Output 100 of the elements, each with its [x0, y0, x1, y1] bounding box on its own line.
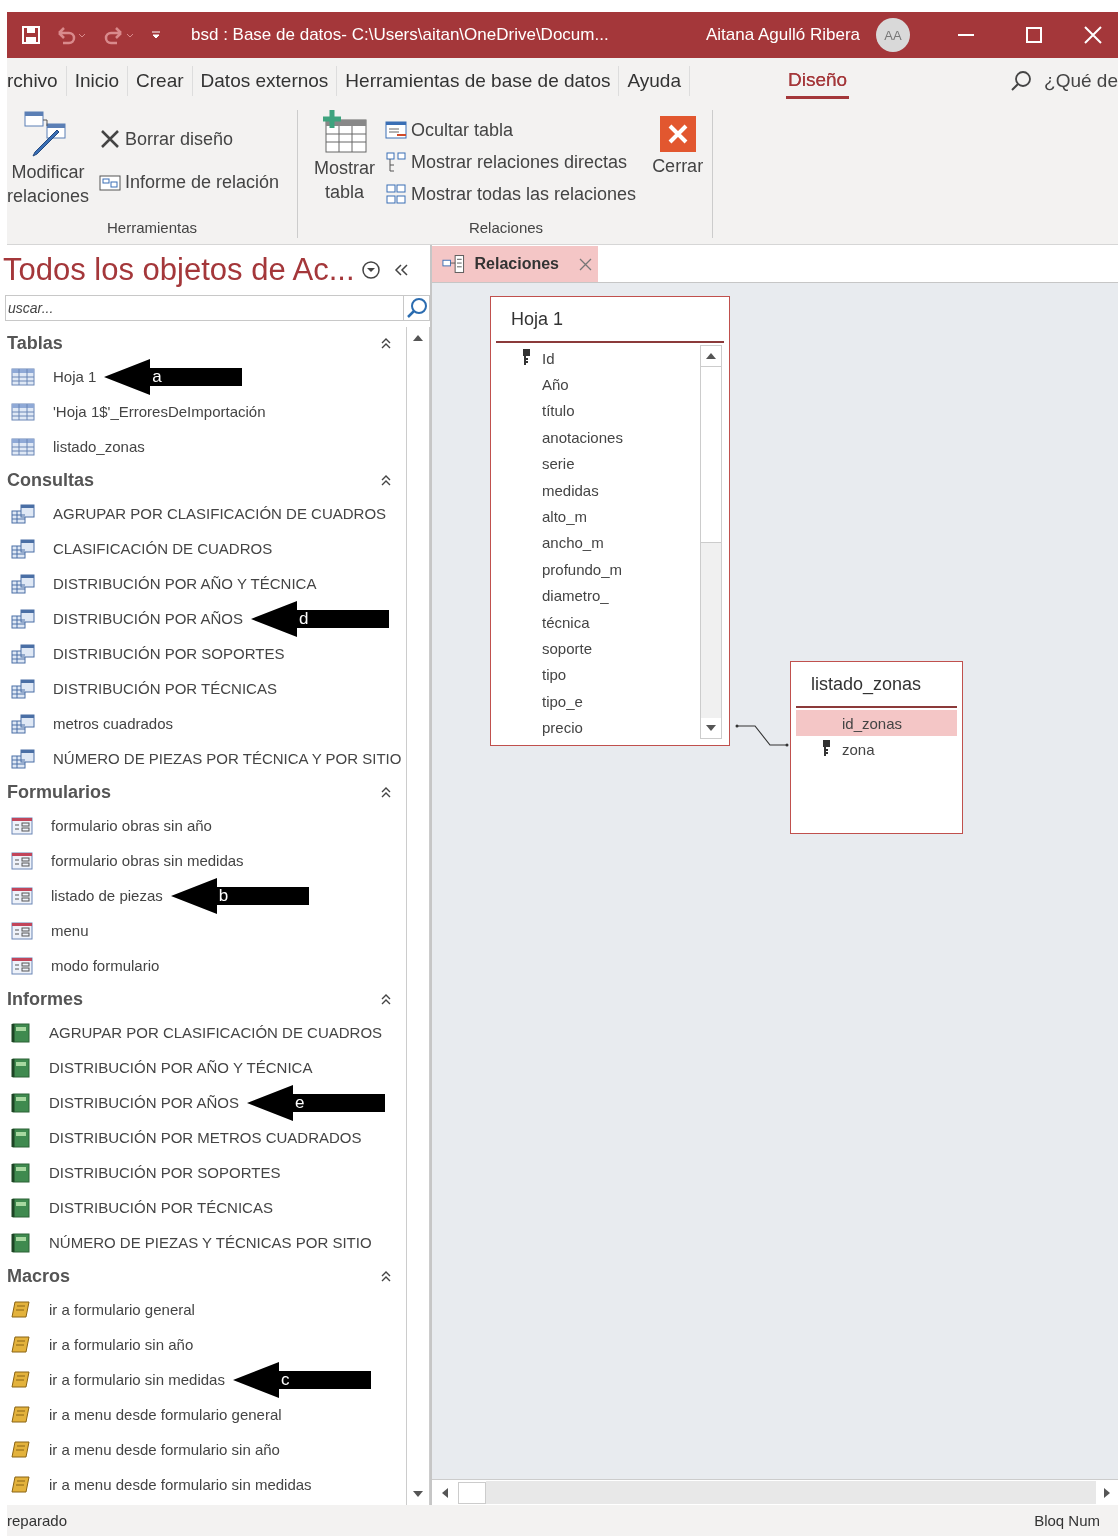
field-row[interactable]: medidas — [496, 476, 700, 504]
search-icon[interactable] — [1010, 70, 1033, 92]
nav-item[interactable]: NÚMERO DE PIEZAS Y TÉCNICAS POR SITIO — [49, 1234, 372, 1251]
nav-item[interactable]: DISTRIBUCIÓN POR AÑO Y TÉCNICA — [53, 575, 317, 592]
nav-item[interactable]: 'Hoja 1$'_ErroresDeImportación — [53, 403, 266, 420]
nav-item[interactable]: listado_zonas — [53, 438, 145, 455]
field-row[interactable]: tipo — [496, 661, 700, 689]
nav-item[interactable]: metros cuadrados — [53, 715, 174, 732]
nav-item[interactable]: Hoja 1 — [53, 368, 97, 385]
ribbon-button[interactable]: Informe de relación — [99, 172, 280, 193]
nav-item[interactable]: formulario obras sin año — [51, 817, 212, 834]
section-header[interactable]: Consultas — [7, 469, 94, 491]
nav-item[interactable]: ir a formulario sin año — [49, 1336, 194, 1353]
field-row[interactable]: título — [496, 397, 700, 425]
scroll-icon — [11, 1439, 31, 1460]
close-icon — [659, 116, 696, 152]
nav-item[interactable]: ir a menu desde formulario sin año — [49, 1441, 280, 1458]
ribbon-button[interactable]: Borrar diseño — [99, 128, 280, 150]
ribbon-tab[interactable]: Ayuda — [619, 66, 690, 96]
ribbon-button[interactable]: Mostrar relaciones directas — [385, 151, 637, 173]
nav-item[interactable]: AGRUPAR POR CLASIFICACIÓN DE CUADROS — [49, 1024, 383, 1041]
chevron-up-icon[interactable] — [380, 337, 392, 349]
nav-item[interactable]: modo formulario — [51, 957, 160, 974]
nav-item[interactable]: ir a menu desde formulario general — [49, 1406, 282, 1423]
nav-item[interactable]: DISTRIBUCIÓN POR SOPORTES — [53, 645, 285, 662]
tell-me-field[interactable]: ¿Qué de — [1044, 70, 1118, 92]
group-label: Relaciones — [467, 219, 545, 238]
field-name: profundo_m — [542, 560, 623, 578]
ribbon-tab[interactable]: rchivo — [7, 66, 67, 96]
scroll-down-icon[interactable] — [701, 717, 721, 738]
chevron-up-icon[interactable] — [380, 1270, 392, 1282]
field-name: tipo — [542, 666, 567, 684]
nav-item[interactable]: DISTRIBUCIÓN POR TÉCNICAS — [49, 1199, 273, 1216]
chevron-up-icon[interactable] — [380, 786, 392, 798]
ribbon-tab[interactable]: Crear — [128, 66, 193, 96]
field-row[interactable]: anotaciones — [496, 424, 700, 451]
field-row[interactable]: ancho_m — [496, 529, 700, 557]
close-icon[interactable] — [579, 257, 592, 271]
scroll-up-icon[interactable] — [701, 346, 721, 366]
ribbon-tab[interactable]: Diseño — [786, 63, 850, 99]
nav-item[interactable]: menu — [51, 922, 89, 939]
nav-item[interactable]: listado de piezas — [51, 887, 163, 904]
pane-title: Todos los objetos de Ac... — [3, 252, 355, 288]
chevron-up-icon[interactable] — [380, 993, 392, 1005]
nav-item[interactable]: AGRUPAR POR CLASIFICACIÓN DE CUADROS — [53, 505, 387, 522]
customize-icon[interactable] — [151, 30, 161, 40]
section-header[interactable]: Formularios — [7, 781, 112, 803]
form-icon — [11, 816, 33, 835]
field-row[interactable]: zona — [796, 736, 957, 763]
field-row[interactable]: alto_m — [496, 503, 700, 530]
scrollbar[interactable] — [432, 1479, 1118, 1505]
table-window[interactable]: listado_zonas id_zonas zona — [790, 661, 963, 834]
section-header[interactable]: Informes — [7, 988, 84, 1010]
field-row[interactable]: precio — [496, 714, 700, 741]
field-row[interactable]: Id — [496, 345, 700, 372]
field-row[interactable]: tipo_e — [496, 688, 700, 715]
report-icon — [11, 1127, 31, 1148]
scrollbar-thumb[interactable] — [700, 366, 722, 543]
nav-item[interactable]: formulario obras sin medidas — [51, 852, 244, 869]
search-field[interactable]: uscar... — [5, 295, 404, 321]
nav-item[interactable]: NÚMERO DE PIEZAS POR TÉCNICA Y POR SITIO — [53, 750, 402, 767]
field-row[interactable]: Año — [496, 371, 700, 398]
ribbon-tab[interactable]: Inicio — [66, 66, 129, 96]
ribbon-tab[interactable]: Herramientas de base de datos — [337, 66, 620, 96]
section-header[interactable]: Macros — [7, 1265, 71, 1287]
field-name: ancho_m — [542, 534, 604, 552]
field-row[interactable]: id_zonas — [796, 710, 957, 737]
nav-item[interactable]: ir a formulario general — [49, 1301, 195, 1318]
nav-item[interactable]: DISTRIBUCIÓN POR AÑO Y TÉCNICA — [49, 1059, 313, 1076]
search-icon[interactable] — [404, 295, 430, 321]
nav-item[interactable]: ir a formulario sin medidas — [49, 1371, 225, 1388]
report-icon — [11, 1022, 31, 1043]
table-window[interactable]: Hoja 1 Id Año título anotaciones serie medidas alto_m ancho_m profundo_m diametro_ técnica soporte tipo tipo_e precio — [490, 296, 730, 746]
section-header[interactable]: Tablas — [7, 332, 63, 354]
field-row[interactable]: profundo_m — [496, 556, 700, 583]
document-tab[interactable]: Relaciones — [432, 246, 598, 282]
ribbon-button[interactable]: Mostrar tabla — [310, 110, 379, 204]
chevron-up-icon[interactable] — [380, 474, 392, 486]
field-row[interactable]: técnica — [496, 608, 700, 636]
nav-item[interactable]: DISTRIBUCIÓN POR TÉCNICAS — [53, 680, 277, 697]
form-icon — [11, 956, 33, 975]
nav-item[interactable]: DISTRIBUCIÓN POR SOPORTES — [49, 1164, 281, 1181]
ribbon-button[interactable]: Mostrar todas las relaciones — [385, 183, 637, 205]
nav-item[interactable]: DISTRIBUCIÓN POR METROS CUADRADOS — [49, 1129, 362, 1146]
ribbon-button[interactable]: Modificar relaciones — [3, 110, 94, 208]
field-row[interactable]: diametro_ — [496, 582, 700, 609]
field-row[interactable]: serie — [496, 450, 700, 477]
scrollbar[interactable] — [700, 345, 722, 739]
query-icon — [11, 608, 35, 629]
nav-item[interactable]: DISTRIBUCIÓN POR AÑOS — [49, 1094, 240, 1111]
nav-item[interactable]: CLASIFICACIÓN DE CUADROS — [53, 540, 273, 557]
nav-item[interactable]: ir a menu desde formulario sin medidas — [49, 1476, 312, 1493]
ribbon-tab[interactable]: Datos externos — [192, 66, 338, 96]
scrollbar[interactable] — [406, 327, 430, 1505]
nav-item[interactable]: DISTRIBUCIÓN POR AÑOS — [53, 610, 244, 627]
maximize-icon[interactable] — [1026, 27, 1042, 43]
ribbon-button[interactable]: Cerrar — [648, 110, 708, 178]
ribbon-button[interactable]: Ocultar tabla — [385, 120, 637, 141]
field-row[interactable]: soporte — [496, 635, 700, 662]
query-icon — [11, 643, 35, 664]
